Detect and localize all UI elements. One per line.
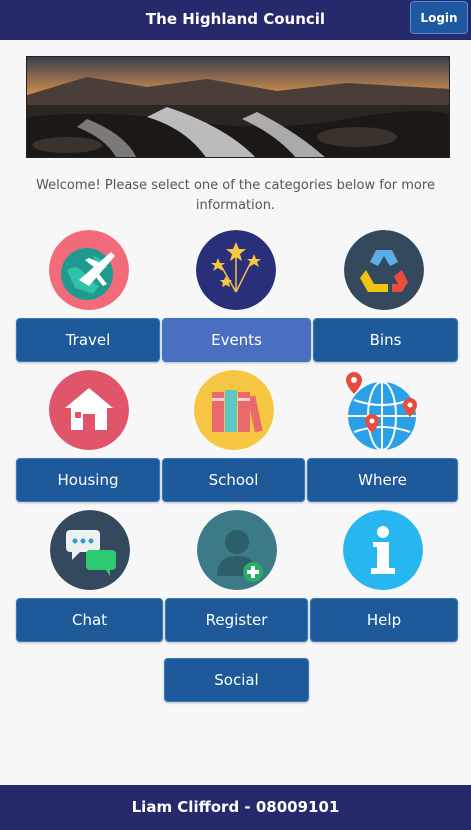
fireworks-icon[interactable] bbox=[196, 230, 276, 310]
recycle-icon[interactable] bbox=[344, 230, 424, 310]
login-button[interactable]: Login bbox=[410, 1, 468, 34]
category-button-chat[interactable]: Chat bbox=[16, 598, 163, 642]
category-button-school[interactable]: School bbox=[162, 458, 305, 502]
airplane-globe-icon[interactable] bbox=[49, 230, 129, 310]
app-title: The Highland Council bbox=[145, 10, 326, 28]
category-button-travel[interactable]: Travel bbox=[16, 318, 160, 362]
category-button-housing[interactable]: Housing bbox=[16, 458, 160, 502]
category-button-social[interactable]: Social bbox=[164, 658, 309, 702]
app-footer: Liam Clifford - 08009101 bbox=[0, 785, 471, 830]
category-button-register[interactable]: Register bbox=[165, 598, 308, 642]
house-icon[interactable] bbox=[49, 370, 129, 450]
category-button-help[interactable]: Help bbox=[310, 598, 458, 642]
app-header: The Highland Council Login bbox=[0, 0, 471, 40]
add-user-icon[interactable] bbox=[197, 510, 277, 590]
category-button-where[interactable]: Where bbox=[307, 458, 458, 502]
welcome-message: Welcome! Please select one of the catego… bbox=[36, 178, 435, 213]
category-button-events[interactable]: Events bbox=[162, 318, 311, 362]
chat-bubbles-icon[interactable] bbox=[50, 510, 130, 590]
books-icon[interactable] bbox=[194, 370, 274, 450]
map-pins-globe-icon[interactable] bbox=[340, 370, 424, 454]
banner-image bbox=[26, 56, 450, 158]
info-icon[interactable] bbox=[343, 510, 423, 590]
category-button-bins[interactable]: Bins bbox=[313, 318, 458, 362]
